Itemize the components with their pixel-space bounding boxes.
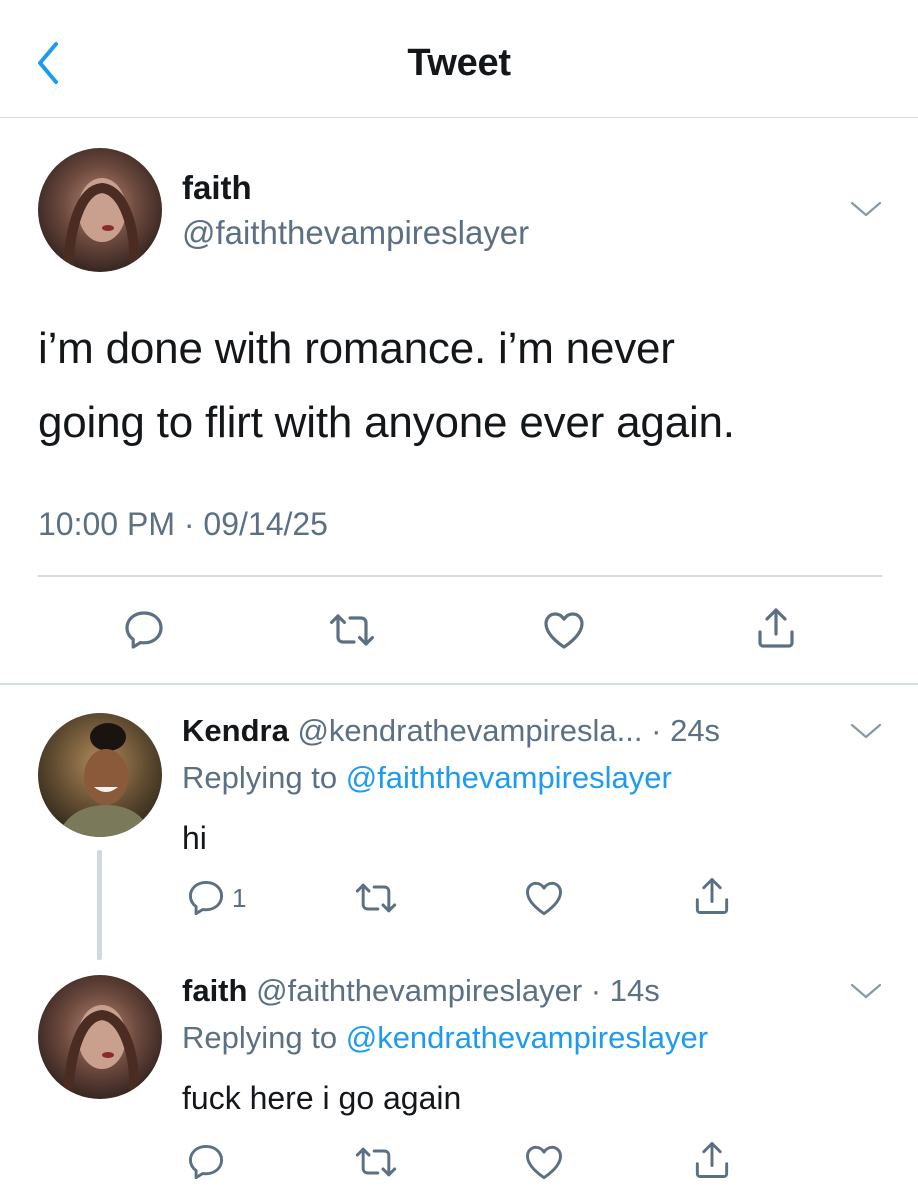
avatar[interactable]	[38, 148, 162, 272]
page-title: Tweet	[407, 42, 511, 84]
profile-photo	[38, 975, 162, 1099]
like-icon	[522, 876, 566, 920]
reply-button[interactable]	[120, 606, 168, 654]
tweet-text-line: going to flirt with anyone ever again.	[38, 398, 735, 447]
retweet-button[interactable]	[354, 876, 398, 920]
tweet-text-line: i’m done with romance. i’m never	[38, 324, 675, 373]
top-bar: Tweet	[0, 0, 918, 118]
retweet-button[interactable]	[354, 1140, 398, 1184]
reply-count: 1	[232, 882, 247, 913]
divider	[0, 683, 918, 685]
tweet-timestamp[interactable]: 10:00 PM · 09/14/25	[38, 502, 328, 546]
replying-to-label: Replying to	[182, 760, 338, 795]
reply-icon	[184, 876, 228, 920]
reply-button[interactable]: 1	[184, 876, 246, 920]
share-icon	[752, 604, 800, 652]
reply-header: Kendra @kendrathevampiresla... · 24s	[182, 711, 720, 751]
reply-time: · 14s	[590, 973, 660, 1008]
retweet-icon	[328, 606, 376, 654]
reply-text: hi	[182, 820, 207, 856]
chevron-down-icon	[848, 197, 884, 221]
reply-icon	[184, 1140, 228, 1184]
replying-to-link[interactable]: @kendrathevampireslayer	[346, 1020, 708, 1055]
tweet-text: i’m done with romance. i’m never going t…	[38, 312, 888, 460]
reply-header: faith @faiththevampireslayer · 14s	[182, 971, 660, 1011]
chevron-down-icon	[848, 979, 884, 1003]
replying-to-label: Replying to	[182, 1020, 338, 1055]
profile-photo	[38, 148, 162, 272]
replying-to: Replying to @faiththevampireslayer	[182, 758, 672, 798]
tweet-menu-button[interactable]	[848, 719, 884, 743]
chevron-down-icon	[848, 719, 884, 743]
profile-photo	[38, 713, 162, 837]
author-handle[interactable]: @faiththevampireslayer	[182, 212, 529, 254]
reply-icon	[120, 606, 168, 654]
author-name[interactable]: Kendra	[182, 713, 289, 748]
avatar[interactable]	[38, 713, 162, 837]
share-button[interactable]	[752, 604, 800, 652]
reply-time: · 24s	[651, 713, 721, 748]
share-icon	[690, 874, 734, 918]
replying-to: Replying to @kendrathevampireslayer	[182, 1018, 708, 1058]
author-handle[interactable]: @faiththevampireslayer	[256, 973, 582, 1008]
share-button[interactable]	[690, 874, 734, 918]
author-name[interactable]: faith	[182, 973, 247, 1008]
replying-to-link[interactable]: @faiththevampireslayer	[346, 760, 672, 795]
author-handle[interactable]: @kendrathevampiresla...	[297, 713, 642, 748]
tweet-menu-button[interactable]	[848, 979, 884, 1003]
share-icon	[690, 1138, 734, 1182]
like-button[interactable]	[522, 876, 566, 920]
like-button[interactable]	[540, 606, 588, 654]
reply-text: fuck here i go again	[182, 1080, 462, 1116]
divider	[38, 575, 882, 577]
retweet-icon	[354, 1140, 398, 1184]
thread-line	[97, 850, 102, 960]
like-icon	[540, 606, 588, 654]
author-name[interactable]: faith	[182, 168, 252, 208]
like-button[interactable]	[522, 1140, 566, 1184]
retweet-button[interactable]	[328, 606, 376, 654]
reply-button[interactable]	[184, 1140, 228, 1184]
share-button[interactable]	[690, 1138, 734, 1182]
retweet-icon	[354, 876, 398, 920]
avatar[interactable]	[38, 975, 162, 1099]
tweet-menu-button[interactable]	[848, 197, 884, 221]
like-icon	[522, 1140, 566, 1184]
